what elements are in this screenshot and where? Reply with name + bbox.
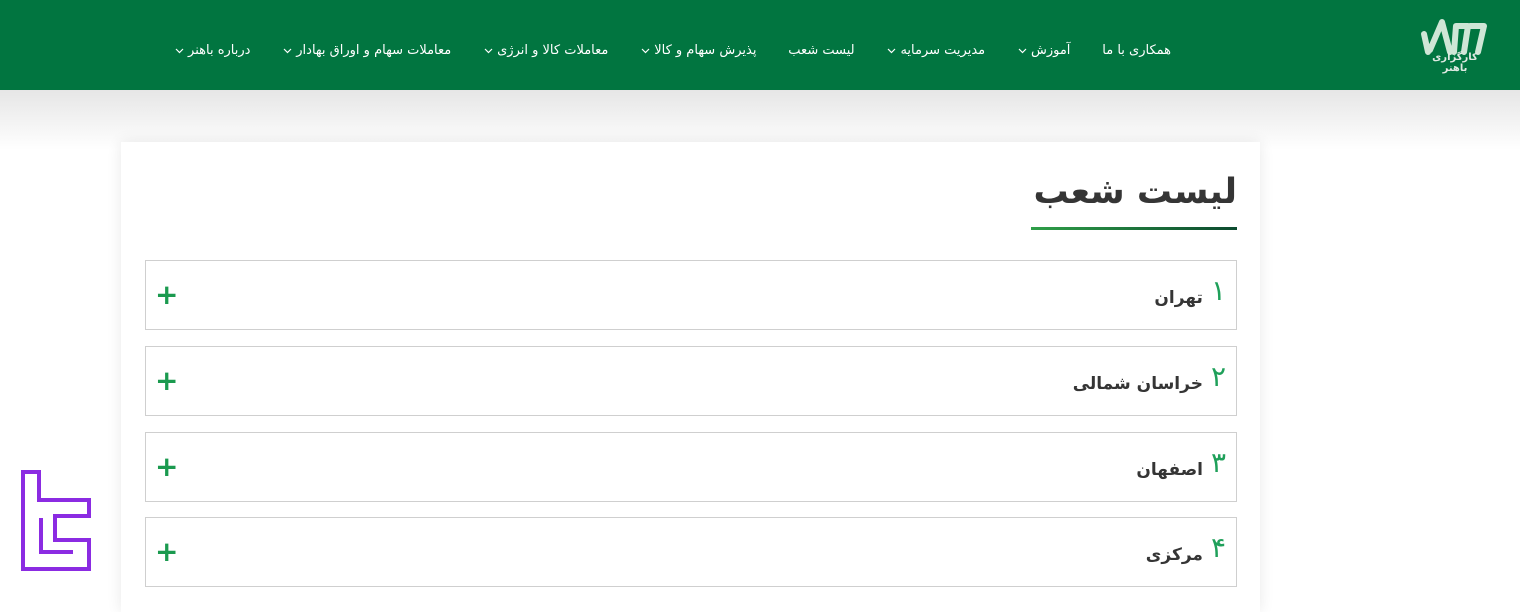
nav-item-commodity-trading[interactable]: معاملات کالا و انرژی <box>483 43 608 58</box>
nav-item-label: پذیرش سهام و کالا <box>654 42 757 58</box>
logo-text: کارگزاری باهنر <box>1432 52 1478 74</box>
branch-name: مرکزی <box>1145 545 1203 565</box>
purple-brand-icon <box>21 470 91 571</box>
branch-number: ۳ <box>1210 446 1226 479</box>
branch-name: تهران <box>1154 288 1203 308</box>
nav-item-about[interactable]: درباره باهنر <box>174 43 250 58</box>
chevron-down-icon <box>888 48 896 53</box>
chevron-down-icon <box>641 48 650 53</box>
branch-name: اصفهان <box>1136 460 1203 480</box>
chevron-down-icon <box>484 48 493 53</box>
site-logo[interactable]: کارگزاری باهنر <box>1420 12 1490 74</box>
branch-number: ۴ <box>1210 531 1226 564</box>
nav-item-label: آموزش <box>1030 42 1071 58</box>
accordion-header: ۱ تهران <box>1154 261 1226 329</box>
main-nav: درباره باهنر معاملات سهام و اوراق بهادار… <box>174 38 1171 62</box>
plus-icon[interactable]: + <box>155 433 178 501</box>
chevron-down-icon <box>1018 48 1027 53</box>
chevron-down-icon <box>175 48 184 53</box>
plus-icon[interactable]: + <box>155 347 178 415</box>
top-navbar: کارگزاری باهنر درباره باهنر معاملات سهام… <box>0 0 1520 90</box>
branch-accordion-item[interactable]: ۳ اصفهان + <box>145 432 1237 502</box>
title-underline <box>1031 227 1237 230</box>
branch-number: ۲ <box>1210 360 1226 393</box>
nav-item-label: معاملات کالا و انرژی <box>497 42 609 58</box>
branch-accordion-item[interactable]: ۴ مرکزی + <box>145 517 1237 587</box>
nav-item-careers[interactable]: همکاری با ما <box>1102 43 1171 58</box>
nav-item-label: لیست شعب <box>788 42 855 58</box>
nav-item-label: درباره باهنر <box>188 42 251 58</box>
nav-item-label: همکاری با ما <box>1102 42 1171 58</box>
nav-item-branches[interactable]: لیست شعب <box>788 43 854 58</box>
plus-icon[interactable]: + <box>155 261 178 329</box>
nav-item-listing[interactable]: پذیرش سهام و کالا <box>640 43 756 58</box>
branch-name: خراسان شمالی <box>1072 374 1203 394</box>
branches-card: لیست شعب ۱ تهران + ۲ خراسان شمالی + ۳ اص… <box>121 142 1260 612</box>
accordion-header: ۲ خراسان شمالی <box>1073 347 1226 415</box>
nav-item-label: مدیریت سرمایه <box>900 42 986 58</box>
nav-item-asset-management[interactable]: مدیریت سرمایه <box>886 43 985 58</box>
accordion-header: ۴ مرکزی <box>1146 518 1226 586</box>
nav-item-stock-trading[interactable]: معاملات سهام و اوراق بهادار <box>282 43 451 58</box>
plus-icon[interactable]: + <box>155 518 178 586</box>
accordion-header: ۳ اصفهان <box>1136 433 1226 501</box>
branch-accordion-item[interactable]: ۲ خراسان شمالی + <box>145 346 1237 416</box>
nav-item-label: معاملات سهام و اوراق بهادار <box>296 42 452 58</box>
branch-accordion-item[interactable]: ۱ تهران + <box>145 260 1237 330</box>
nav-item-education[interactable]: آموزش <box>1017 43 1070 58</box>
page-title: لیست شعب <box>1033 172 1237 212</box>
branch-number: ۱ <box>1210 274 1226 307</box>
chevron-down-icon <box>283 48 292 53</box>
header-shadow <box>0 90 1520 150</box>
